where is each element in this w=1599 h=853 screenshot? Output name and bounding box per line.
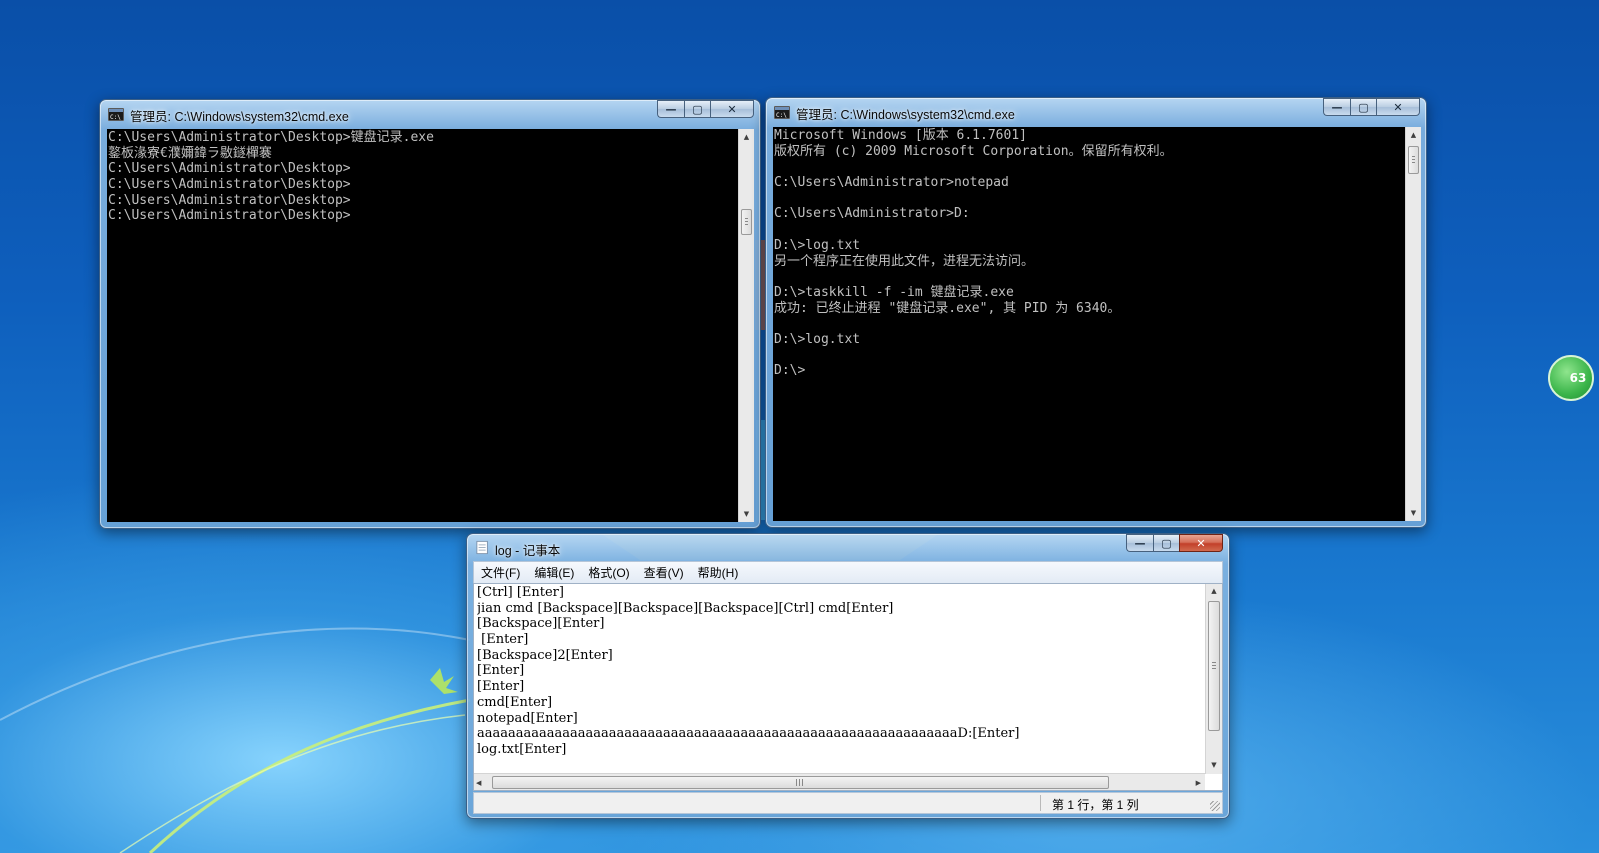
notepad-window[interactable]: log - 记事本 — ▢ ✕ 文件(F) 编辑(E) 格式(O) 查看(V) … (466, 533, 1230, 819)
vertical-scrollbar[interactable]: ▲ ▼ (1405, 127, 1421, 521)
close-icon: ✕ (1196, 536, 1206, 550)
window-title: log - 记事本 (495, 544, 561, 558)
menu-view[interactable]: 查看(V) (637, 564, 691, 581)
horizontal-scrollbar[interactable]: ◀ ▶ (474, 773, 1205, 790)
console-line: 另一个程序正在使用此文件，进程无法访问。 (774, 253, 1035, 269)
close-icon: ✕ (727, 102, 737, 116)
vertical-scrollbar[interactable]: ▲ ▼ (738, 129, 754, 522)
badge-value: 63 (1569, 371, 1587, 385)
console-line: C:\Users\Administrator>notepad (774, 175, 1009, 191)
menu-edit[interactable]: 编辑(E) (527, 564, 581, 581)
console-line: C:\Users\Administrator\Desktop> (108, 161, 351, 177)
cmd-window-left[interactable]: C:\ 管理员: C:\Windows\system32\cmd.exe — ▢… (99, 99, 761, 529)
close-icon: ✕ (1393, 100, 1403, 114)
console-output[interactable]: C:\Users\Administrator\Desktop>键盘记录.exe … (107, 129, 738, 522)
title-bar[interactable]: log - 记事本 — ▢ ✕ (467, 534, 1229, 562)
text-line: aaaaaaaaaaaaaaaaaaaaaaaaaaaaaaaaaaaaaaaa… (477, 726, 1020, 742)
scroll-down-arrow-icon[interactable]: ▼ (1206, 758, 1222, 774)
minimize-button[interactable]: — (1323, 98, 1350, 116)
text-line: [Backspace]2[Enter] (477, 647, 613, 663)
maximize-icon: ▢ (1358, 100, 1369, 114)
svg-text:C:\: C:\ (776, 112, 787, 119)
maximize-button[interactable]: ▢ (1153, 534, 1179, 552)
console-line: C:\Users\Administrator>D: (774, 206, 970, 222)
close-button[interactable]: ✕ (1376, 98, 1420, 116)
cmd-window-icon: C:\ (108, 108, 124, 121)
maximize-button[interactable]: ▢ (684, 100, 710, 118)
text-line: [Enter] (477, 679, 525, 695)
title-bar[interactable]: C:\ 管理员: C:\Windows\system32\cmd.exe — ▢… (766, 98, 1426, 126)
console-line: 鐜板湪寮€濮嬭鍏ラ敭鐩樿褰 (108, 145, 272, 161)
console-line: C:\Users\Administrator\Desktop> (108, 177, 351, 193)
minimize-button[interactable]: — (657, 100, 684, 118)
console-line: 成功: 已终止进程 "键盘记录.exe", 其 PID 为 6340。 (774, 300, 1121, 316)
console-line: C:\Users\Administrator\Desktop> (108, 208, 351, 224)
text-line: [Enter] (477, 663, 525, 679)
text-line: [Backspace][Enter] (477, 616, 605, 632)
scroll-up-arrow-icon[interactable]: ▲ (739, 129, 754, 145)
minimize-icon: — (665, 102, 677, 116)
menu-file[interactable]: 文件(F) (474, 564, 527, 581)
console-line: D:\>taskkill -f -im 键盘记录.exe (774, 284, 1014, 300)
maximize-icon: ▢ (1161, 536, 1172, 550)
text-line: jian cmd [Backspace][Backspace][Backspac… (477, 600, 894, 616)
scroll-down-arrow-icon[interactable]: ▼ (739, 506, 754, 522)
maximize-button[interactable]: ▢ (1350, 98, 1376, 116)
text-line: [Ctrl] [Enter] (477, 585, 564, 600)
text-line: notepad[Enter] (477, 710, 578, 726)
scroll-thumb[interactable] (492, 776, 1109, 789)
scroll-up-arrow-icon[interactable]: ▲ (1206, 584, 1222, 600)
scroll-up-arrow-icon[interactable]: ▲ (1406, 127, 1421, 143)
menu-format[interactable]: 格式(O) (581, 564, 636, 581)
status-bar: 第 1 行，第 1 列 (473, 792, 1223, 814)
minimize-button[interactable]: — (1126, 534, 1153, 552)
desktop-floating-badge[interactable]: 63 (1548, 355, 1594, 401)
text-line: cmd[Enter] (477, 694, 553, 710)
console-line: C:\Users\Administrator\Desktop> (108, 192, 351, 208)
console-line: D:\>log.txt (774, 331, 861, 347)
scroll-thumb[interactable] (1408, 146, 1419, 174)
text-line: [Enter] (477, 632, 529, 648)
scroll-right-arrow-icon[interactable]: ▶ (1196, 776, 1201, 792)
console-line: C:\Users\Administrator\Desktop>键盘记录.exe (108, 130, 434, 145)
minimize-icon: — (1134, 536, 1146, 550)
close-button[interactable]: ✕ (1179, 534, 1223, 552)
console-line: 版权所有 (c) 2009 Microsoft Corporation。保留所有… (774, 143, 1173, 159)
text-editor[interactable]: [Ctrl] [Enter] jian cmd [Backspace][Back… (473, 583, 1223, 791)
vertical-scrollbar[interactable]: ▲ ▼ (1205, 584, 1222, 774)
close-button[interactable]: ✕ (710, 100, 754, 118)
console-line: Microsoft Windows [版本 6.1.7601] (774, 128, 1027, 143)
console-line: D:\> (774, 363, 806, 379)
resize-grip-icon[interactable] (1210, 801, 1220, 811)
cmd-window-icon: C:\ (774, 106, 790, 119)
menu-bar: 文件(F) 编辑(E) 格式(O) 查看(V) 帮助(H) (473, 561, 1223, 584)
window-title: 管理员: C:\Windows\system32\cmd.exe (796, 108, 1015, 122)
console-line: D:\>log.txt (774, 237, 861, 253)
svg-text:C:\: C:\ (110, 114, 121, 121)
scroll-down-arrow-icon[interactable]: ▼ (1406, 505, 1421, 521)
minimize-icon: — (1331, 100, 1343, 114)
cursor-position: 第 1 行，第 1 列 (1052, 798, 1139, 812)
title-bar[interactable]: C:\ 管理员: C:\Windows\system32\cmd.exe — ▢… (100, 100, 760, 128)
scroll-thumb[interactable] (741, 209, 752, 235)
window-title: 管理员: C:\Windows\system32\cmd.exe (130, 110, 349, 124)
scroll-left-arrow-icon[interactable]: ◀ (476, 776, 481, 792)
menu-help[interactable]: 帮助(H) (691, 564, 746, 581)
scroll-thumb[interactable] (1208, 601, 1220, 731)
console-output[interactable]: Microsoft Windows [版本 6.1.7601] 版权所有 (c)… (773, 127, 1405, 521)
notepad-icon (476, 540, 488, 555)
editor-content[interactable]: [Ctrl] [Enter] jian cmd [Backspace][Back… (477, 585, 1202, 758)
text-line: log.txt[Enter] (477, 741, 567, 757)
cmd-window-right[interactable]: C:\ 管理员: C:\Windows\system32\cmd.exe — ▢… (765, 97, 1427, 528)
maximize-icon: ▢ (692, 102, 703, 116)
